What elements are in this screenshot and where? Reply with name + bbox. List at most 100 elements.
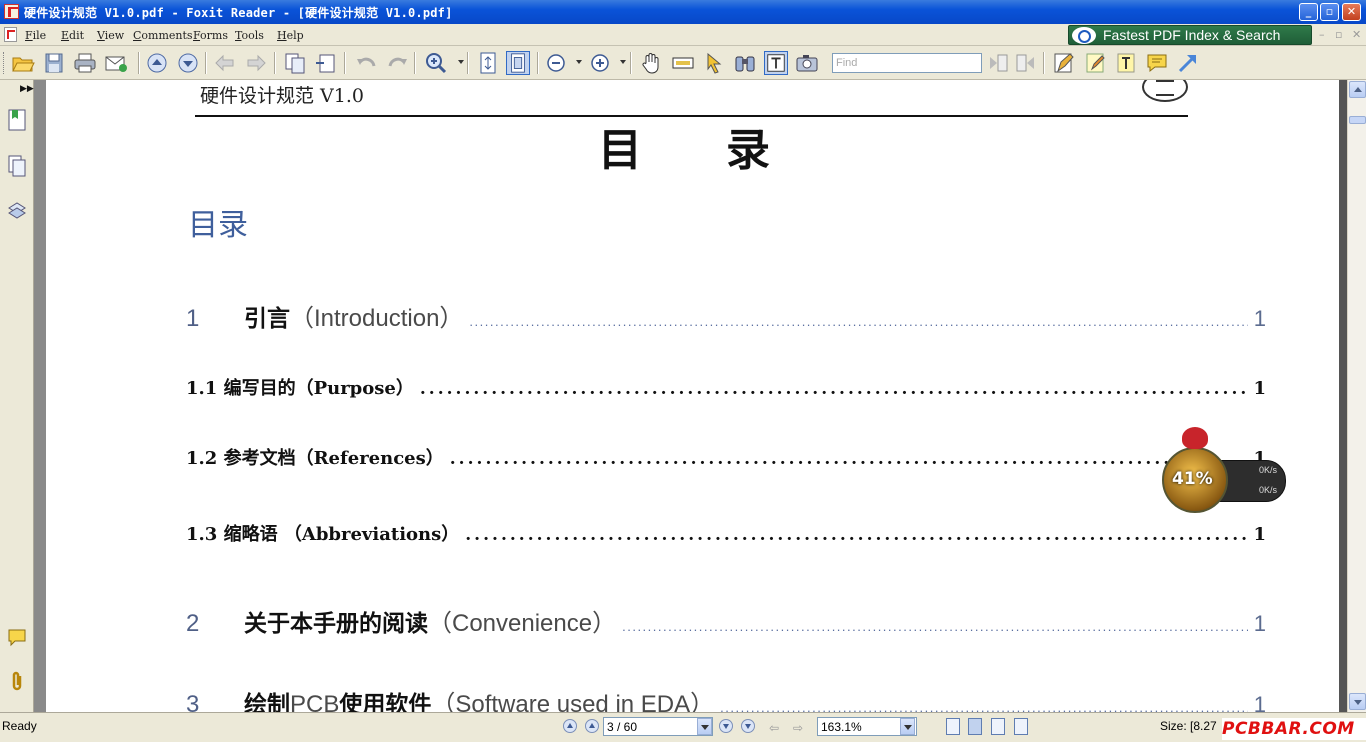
comment-icon[interactable] [1145,51,1169,75]
continuous-layout-icon[interactable] [968,718,982,735]
text-viewer-icon[interactable] [764,51,788,75]
zoom-out-icon[interactable] [544,51,568,75]
arrow-icon[interactable] [1176,51,1200,75]
toc-entry-number: 2 [186,610,200,637]
page-extract-icon[interactable] [314,51,338,75]
restore-button[interactable]: ▫ [1320,3,1339,21]
scroll-up-button[interactable] [1349,81,1366,98]
page-running-header: 硬件设计规范 V1.0 [200,85,364,107]
attachments-icon[interactable] [7,670,27,694]
previous-page-nav-icon[interactable] [585,719,599,733]
zoom-out-dropdown-icon[interactable] [576,60,582,64]
redo-icon[interactable] [385,51,409,75]
expand-panel-icon[interactable]: ▶▶ [20,84,34,94]
upload-rate: 0K/s [1258,465,1277,475]
scroll-thumb[interactable] [1349,116,1366,124]
toc-entry-1-3[interactable]: 1.3 缩略语 （Abbreviations） ................… [186,520,1266,550]
toc-entry-title-zh-2: 使用软件 [339,692,432,712]
forward-icon[interactable] [244,51,268,75]
previous-view-icon[interactable]: ⇦ [769,721,779,735]
select-annotation-icon[interactable] [702,51,726,75]
toc-entry-1-2[interactable]: 1.2 参考文档（References） ...................… [186,444,1266,474]
find-input[interactable] [832,53,982,73]
page-copy-icon[interactable] [283,51,307,75]
single-page-layout-icon[interactable] [946,718,960,735]
page-gutter-right [1339,80,1347,712]
zoom-in-icon[interactable] [588,51,612,75]
first-page-nav-icon[interactable] [563,719,577,733]
toolbar-separator [467,52,469,74]
print-icon[interactable] [73,51,97,75]
toolbar-separator [1043,52,1045,74]
toc-leader-dots: ........................................… [449,449,1248,469]
page-dropdown-icon[interactable] [697,718,712,735]
select-text-icon[interactable] [671,51,695,75]
undo-icon[interactable] [355,51,379,75]
close-button[interactable]: ✕ [1342,3,1361,21]
zoom-in-tool-icon[interactable] [424,51,448,75]
layers-icon[interactable] [7,198,27,222]
fit-page-icon[interactable] [506,51,530,75]
menu-tools[interactable]: Tools [235,29,264,42]
download-rate: 0K/s [1258,485,1277,495]
toc-entry-title-en: （Introduction） [290,305,464,332]
pencil-icon[interactable] [1052,51,1076,75]
toc-entry-3[interactable]: 3 绘制 PCB 使用软件 （Software used in EDA） ...… [186,684,1266,712]
search-globe-icon [1072,27,1096,44]
toc-leader-dots: ........................................… [419,379,1248,399]
first-page-icon[interactable] [145,51,169,75]
snapshot-icon[interactable] [795,51,819,75]
page-size-text: Size: [8.27 [1160,719,1217,733]
note-icon[interactable] [1084,51,1108,75]
vertical-scrollbar[interactable] [1347,80,1366,712]
mdi-restore-icon[interactable]: ▫ [1335,28,1342,41]
title-bar: 硬件设计规范 V1.0.pdf - Foxit Reader - [硬件设计规范… [0,0,1366,24]
menu-file[interactable]: File [25,29,46,42]
comments-panel-icon[interactable] [7,626,27,650]
scroll-down-button[interactable] [1349,693,1366,710]
last-page-nav-icon[interactable] [741,719,755,733]
search-next-icon[interactable] [1014,51,1038,75]
facing-layout-icon[interactable] [991,718,1005,735]
pages-icon[interactable] [7,154,27,178]
document-view[interactable]: 硬件设计规范 V1.0 目录 目录 1 引言 （Introduction） ..… [46,80,1339,712]
document-icon[interactable] [4,27,17,42]
back-icon[interactable] [213,51,237,75]
toc-entry-1-1[interactable]: 1.1 编写目的（Purpose） ......................… [186,374,1266,404]
zoom-in-dropdown-icon[interactable] [620,60,626,64]
page-gutter-left [34,80,46,712]
hand-tool-icon[interactable] [640,51,664,75]
zoom-tool-dropdown-icon[interactable] [458,60,464,64]
actual-size-icon[interactable] [476,51,500,75]
continuous-facing-layout-icon[interactable] [1014,718,1028,735]
minimize-button[interactable]: _ [1299,3,1318,21]
toolbar-grip[interactable] [3,52,6,74]
fastest-pdf-search-banner[interactable]: Fastest PDF Index & Search [1068,25,1312,45]
menu-help[interactable]: Help [277,29,304,42]
search-prev-icon[interactable] [986,51,1010,75]
mdi-close-icon[interactable]: ✕ [1352,28,1361,41]
window-title: 硬件设计规范 V1.0.pdf - Foxit Reader - [硬件设计规范… [24,6,453,20]
main-toolbar [0,46,1366,80]
toc-entry-1[interactable]: 1 引言 （Introduction） ....................… [186,298,1266,332]
toolbar-separator [344,52,346,74]
menu-edit[interactable]: Edit [61,29,84,42]
email-icon[interactable] [104,51,128,75]
network-speed-widget[interactable]: 0K/s 0K/s 41% [1160,427,1286,513]
menu-forms[interactable]: Forms [193,29,228,42]
toc-entry-2[interactable]: 2 关于本手册的阅读 （Convenience） ...............… [186,603,1266,637]
menu-view[interactable]: View [97,29,124,42]
menu-comments[interactable]: Comments [133,29,193,42]
mdi-minimize-icon[interactable]: – [1319,28,1325,41]
next-view-icon[interactable]: ⇨ [793,721,803,735]
save-icon[interactable] [42,51,66,75]
company-logo [1142,80,1188,102]
next-page-icon[interactable] [176,51,200,75]
next-page-nav-icon[interactable] [719,719,733,733]
open-icon[interactable] [11,51,35,75]
typewriter-icon[interactable] [1114,51,1138,75]
bookmarks-icon[interactable] [7,108,27,132]
zoom-dropdown-icon[interactable] [900,718,915,735]
binoculars-icon[interactable] [733,51,757,75]
toc-entry-number: 1 [186,305,200,332]
